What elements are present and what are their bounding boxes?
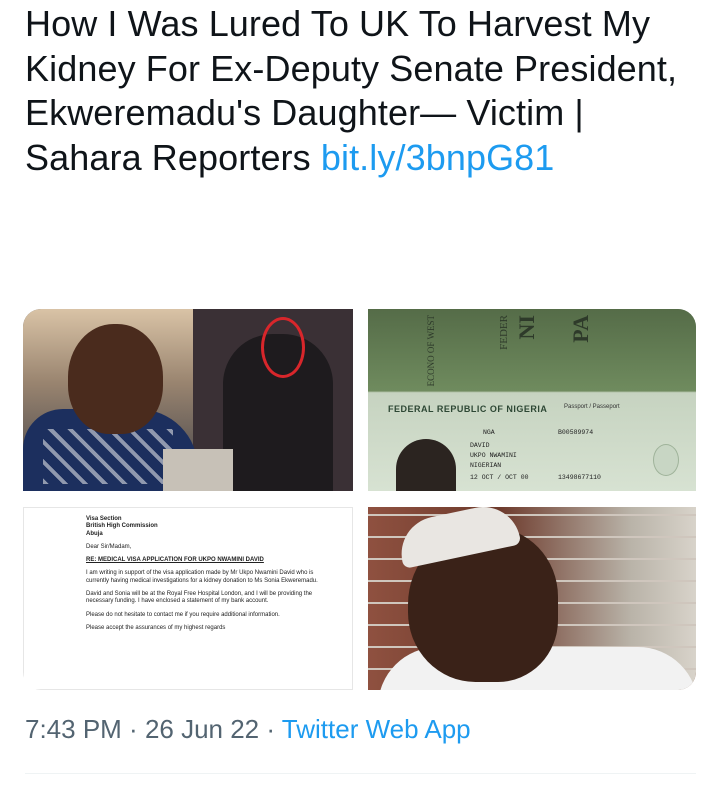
photo-passport[interactable]: ECONO OF WEST FEDER NI PA FEDERAL REPUBL… xyxy=(368,309,696,491)
letter-salutation: Dear Sir/Madam, xyxy=(86,543,132,550)
divider xyxy=(25,773,696,774)
passport-emblem-icon xyxy=(653,444,679,476)
photo-letter[interactable]: Visa Section British High Commission Abu… xyxy=(23,507,353,690)
meta-separator: · xyxy=(259,714,282,744)
passport-vertical-text-1: ECONO OF WEST xyxy=(426,315,436,387)
shirt-pattern xyxy=(43,429,173,484)
tweet-meta: 7:43 PM · 26 Jun 22 · Twitter Web App xyxy=(25,714,471,745)
photo-inset xyxy=(163,449,233,491)
passport-vertical-text-3: NI xyxy=(514,315,539,340)
letter-address: Visa Section British High Commission Abu… xyxy=(86,516,326,538)
red-circle-highlight xyxy=(261,317,305,378)
passport-id: 13498677110 xyxy=(558,474,601,481)
passport-date: 12 OCT / OCT 00 xyxy=(470,474,529,481)
tweet-time[interactable]: 7:43 PM xyxy=(25,714,122,744)
letter-paragraph: David and Sonia will be at the Royal Fre… xyxy=(86,591,313,605)
photo-head xyxy=(68,324,163,434)
passport-photo xyxy=(396,439,456,491)
letter-paragraph: Please do not hesitate to contact me if … xyxy=(86,611,280,618)
letter-content: Visa Section British High Commission Abu… xyxy=(86,516,326,638)
letter-paragraph: I am writing in support of the visa appl… xyxy=(86,570,318,584)
passport-nationality: NIGERIAN xyxy=(470,462,502,469)
letter-subject: RE: MEDICAL VISA APPLICATION FOR UKPO NW… xyxy=(86,557,264,564)
letter-address-line: British High Commission xyxy=(86,523,158,530)
tweet-link[interactable]: bit.ly/3bnpG81 xyxy=(321,137,555,178)
photo-victim-selfie[interactable] xyxy=(368,507,696,690)
passport-subtitle: Passport / Passeport xyxy=(564,404,620,410)
tweet-text: How I Was Lured To UK To Harvest My Kidn… xyxy=(25,2,705,180)
passport-vertical-text-4: PA xyxy=(568,315,593,343)
tweet-date[interactable]: 26 Jun 22 xyxy=(145,714,259,744)
letter-paragraph: Please accept the assurances of my highe… xyxy=(86,624,226,631)
passport-surname: DAVID xyxy=(470,442,490,449)
tweet-source-app[interactable]: Twitter Web App xyxy=(282,714,471,744)
passport-number: B00589974 xyxy=(558,429,594,436)
letter-address-line: Abuja xyxy=(86,530,103,537)
passport-code: NGA xyxy=(483,429,495,436)
photo-victim-collage[interactable] xyxy=(23,309,353,491)
meta-separator: · xyxy=(121,714,145,744)
letter-address-line: Visa Section xyxy=(86,516,122,522)
media-grid: ECONO OF WEST FEDER NI PA FEDERAL REPUBL… xyxy=(23,309,696,690)
passport-given-names: UKPO NWAMINI xyxy=(470,452,517,459)
passport-title: FEDERAL REPUBLIC OF NIGERIA xyxy=(388,404,548,414)
passport-vertical-text-2: FEDER xyxy=(498,315,510,350)
